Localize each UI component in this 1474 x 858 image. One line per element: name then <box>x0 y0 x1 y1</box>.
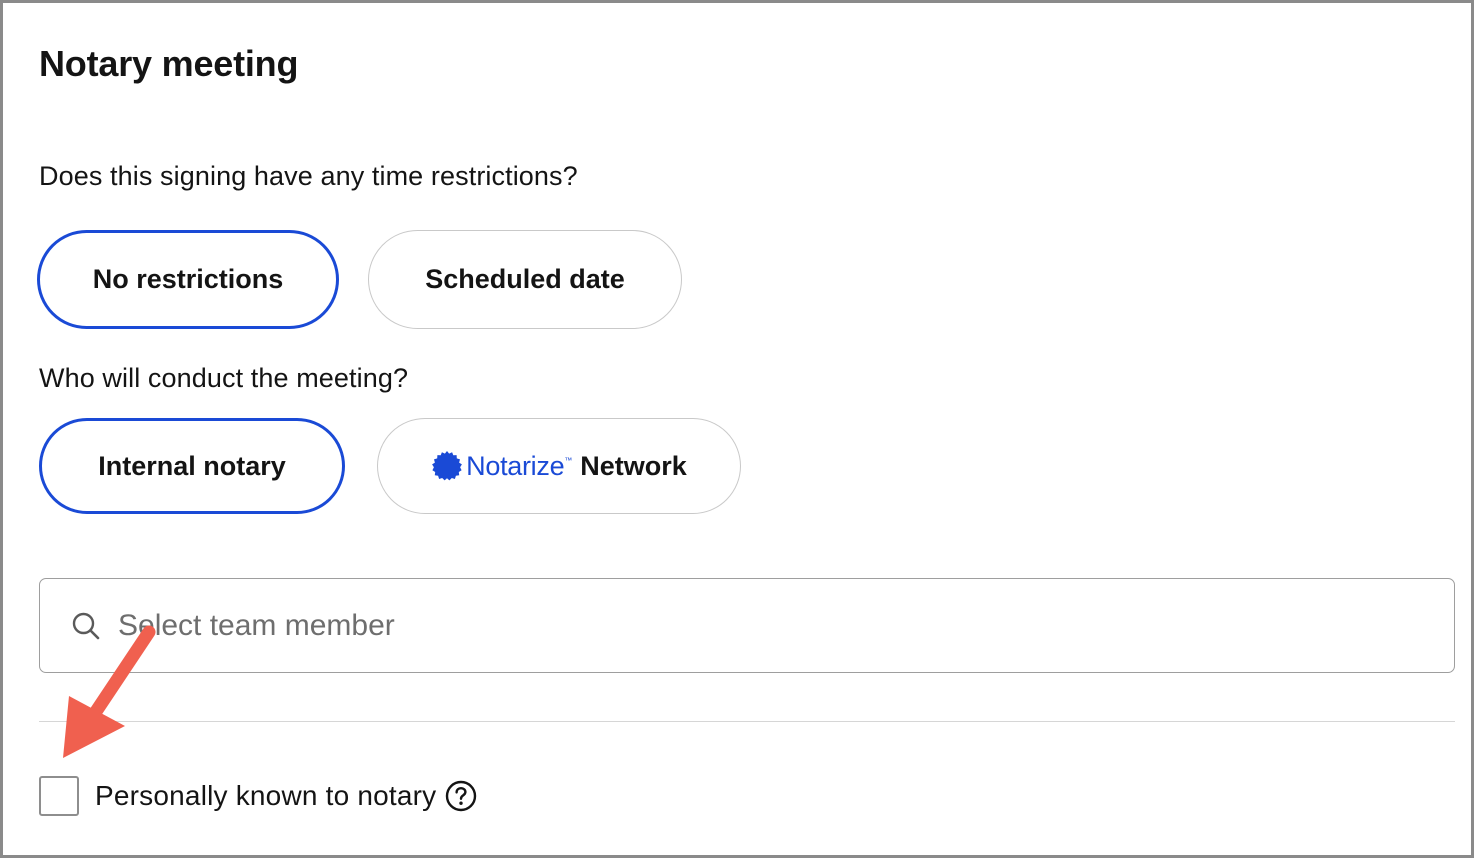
team-member-search-input[interactable] <box>118 608 1418 643</box>
notarize-brand-name: Notarize <box>466 450 565 481</box>
page-title: Notary meeting <box>39 43 299 84</box>
scheduled-date-label: Scheduled date <box>425 264 625 294</box>
conductor-question: Who will conduct the meeting? <box>39 363 409 393</box>
no-restrictions-button[interactable]: No restrictions <box>37 230 339 329</box>
notarize-network-button[interactable]: Notarize ™ Network <box>377 418 741 514</box>
personally-known-label: Personally known to notary <box>95 780 437 811</box>
no-restrictions-label: No restrictions <box>92 264 284 294</box>
section-divider <box>39 721 1455 722</box>
internal-notary-label: Internal notary <box>98 450 286 481</box>
personally-known-row: Personally known to notary <box>39 776 478 816</box>
personally-known-checkbox[interactable] <box>39 776 79 816</box>
network-label: Network <box>580 450 687 481</box>
team-member-search-field[interactable] <box>39 578 1455 673</box>
notarize-seal-icon <box>432 451 463 481</box>
trademark-mark: ™ <box>564 456 573 465</box>
time-restrictions-question: Does this signing have any time restrict… <box>39 161 578 191</box>
notarize-network-content: Notarize ™ Network <box>431 450 687 482</box>
scheduled-date-button[interactable]: Scheduled date <box>368 230 682 329</box>
question-circle-icon[interactable] <box>444 779 478 813</box>
notary-meeting-panel: Notary meeting Does this signing have an… <box>0 0 1474 858</box>
internal-notary-button[interactable]: Internal notary <box>39 418 345 514</box>
search-icon <box>72 612 100 639</box>
